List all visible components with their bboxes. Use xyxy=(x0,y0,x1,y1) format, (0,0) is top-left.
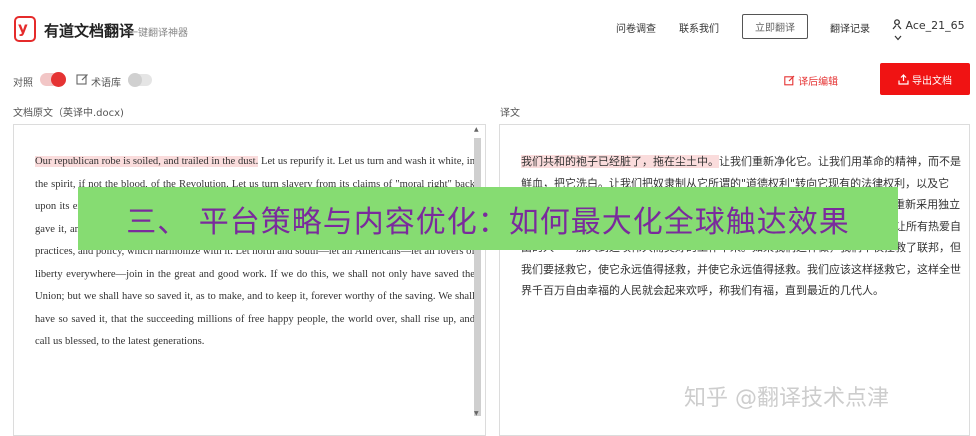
glossary-toggle[interactable] xyxy=(128,73,152,87)
chevron-down-icon xyxy=(894,35,902,41)
glossary-label: 术语库 xyxy=(91,78,121,89)
compare-toggle[interactable] xyxy=(40,72,66,87)
user-icon xyxy=(892,19,902,30)
export-label: 导出文档 xyxy=(912,75,952,87)
tagline: 一键翻译神器 xyxy=(128,28,188,39)
nav-survey[interactable]: 问卷调查 xyxy=(616,20,656,35)
post-edit-link[interactable]: 译后编辑 xyxy=(784,73,838,88)
source-scrollbar[interactable]: ▲ ▼ xyxy=(473,126,482,417)
logo-icon[interactable]: y xyxy=(14,16,36,42)
translate-now-button[interactable]: 立即翻译 xyxy=(742,14,808,39)
username: Ace_21_65 xyxy=(905,19,965,32)
export-document-button[interactable]: 导出文档 xyxy=(880,63,970,95)
scroll-down-icon[interactable]: ▼ xyxy=(474,410,479,417)
source-body: Let us repurify it. Let us turn and wash… xyxy=(35,156,476,347)
export-icon xyxy=(898,73,909,85)
edit-icon xyxy=(784,75,795,86)
target-pane-label: 译文 xyxy=(500,108,520,119)
toggle-knob xyxy=(51,72,66,87)
watermark: 知乎 @翻译技术点津 xyxy=(684,386,889,411)
source-highlight: Our republican robe is soiled, and trail… xyxy=(35,156,259,167)
title-banner: 三、 平台策略与内容优化：如何最大化全球触达效果 xyxy=(78,187,898,250)
nav-history[interactable]: 翻译记录 xyxy=(830,20,870,35)
nav-contact[interactable]: 联系我们 xyxy=(679,20,719,35)
scroll-thumb[interactable] xyxy=(474,138,481,416)
brand-name[interactable]: 有道文档翻译 xyxy=(44,20,134,41)
post-edit-label: 译后编辑 xyxy=(798,77,839,88)
source-text: Our republican robe is soiled, and trail… xyxy=(35,151,475,354)
source-pane-label: 文档原文（英译中.docx) xyxy=(13,108,124,119)
top-bar: y 有道文档翻译 一键翻译神器 问卷调查 联系我们 立即翻译 翻译记录 Ace_… xyxy=(0,0,976,54)
target-highlight: 我们共和的袍子已经脏了，拖在尘土中。 xyxy=(521,155,719,168)
source-pane[interactable]: Our republican robe is soiled, and trail… xyxy=(13,124,486,436)
glossary-edit-icon xyxy=(76,74,88,85)
toggle-knob xyxy=(128,73,142,87)
user-menu[interactable]: Ace_21_65 xyxy=(892,19,976,45)
banner-text: 三、 平台策略与内容优化：如何最大化全球触达效果 xyxy=(126,204,850,240)
scroll-up-icon[interactable]: ▲ xyxy=(474,126,479,133)
compare-label: 对照 xyxy=(13,78,33,89)
